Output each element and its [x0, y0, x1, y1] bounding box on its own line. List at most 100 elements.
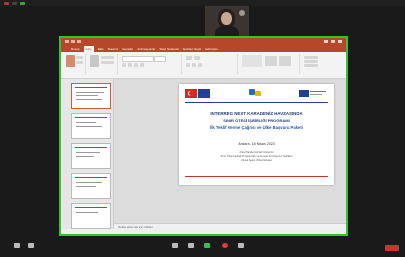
video-button[interactable]	[26, 243, 36, 252]
shared-screen-frame: Dosya Giriş Ekle Tasarım Geçişler Animas…	[59, 36, 348, 236]
slide-credits: Arka Planda Görsel Gösterimi Sınır Ötesi…	[187, 151, 326, 163]
participant-face	[221, 12, 232, 25]
thumb-line	[76, 126, 102, 127]
thumb-line	[76, 186, 96, 187]
maximize-window-icon[interactable]	[20, 1, 25, 5]
cut-button[interactable]	[76, 56, 83, 59]
logo-text-line	[310, 91, 326, 92]
program-logo	[249, 88, 263, 98]
thumb-line	[76, 156, 94, 157]
slide-thumbnail-4[interactable]	[71, 173, 111, 199]
footer-divider	[185, 176, 328, 177]
slide-date: Ankara, 18 Nisan 2023	[238, 142, 275, 146]
people-icon	[172, 243, 178, 248]
quick-access-toolbar	[65, 40, 87, 44]
credit-line: Ulusal Ajans İrtibat Noktası	[241, 159, 272, 162]
background-lamp	[239, 10, 245, 16]
participant-video-tile[interactable]	[205, 6, 249, 36]
replace-button[interactable]	[304, 60, 318, 63]
clipboard-group	[63, 54, 86, 74]
microphone-icon	[14, 243, 20, 248]
current-slide[interactable]: INTERREG NEXT KARADENİZ HAVZASINDA SINIR…	[179, 84, 334, 185]
slide-subtitle: SINIR ÖTESİ İŞBİRLİĞİ PROGRAMI	[223, 118, 290, 123]
minimize-window-icon[interactable]	[12, 1, 17, 5]
close-window-icon[interactable]	[4, 1, 9, 5]
minimize-icon[interactable]	[324, 40, 328, 43]
window-controls	[324, 40, 342, 43]
close-icon[interactable]	[338, 40, 342, 43]
share-screen-button[interactable]	[202, 243, 212, 252]
thumb-line	[76, 92, 104, 93]
strikethrough-button[interactable]	[140, 63, 144, 67]
numbering-button[interactable]	[194, 56, 200, 60]
zoom-top-bar	[0, 0, 405, 6]
copy-button[interactable]	[76, 61, 83, 64]
chat-button[interactable]	[186, 243, 196, 252]
thumb-red-bar	[75, 177, 107, 178]
restore-icon[interactable]	[331, 40, 335, 43]
bold-button[interactable]	[122, 63, 126, 67]
thumb-line	[76, 99, 102, 100]
participant-body	[215, 26, 239, 36]
chat-icon	[188, 243, 194, 248]
logo-mark-yellow	[255, 91, 261, 96]
find-button[interactable]	[304, 56, 318, 59]
participants-button[interactable]	[170, 243, 180, 252]
thumb-line	[76, 182, 102, 183]
thumb-line	[76, 152, 100, 153]
align-right-button[interactable]	[198, 63, 202, 67]
paste-button[interactable]	[66, 55, 75, 67]
status-bar	[61, 229, 346, 234]
eu-cofunded-logo	[299, 90, 327, 98]
thumb-red-bar	[75, 87, 107, 88]
share-screen-icon	[204, 243, 210, 248]
arrange-button[interactable]	[265, 56, 277, 66]
reactions-button[interactable]	[236, 243, 246, 252]
zoom-control-bar	[0, 240, 405, 257]
align-center-button[interactable]	[192, 63, 196, 67]
undo-icon[interactable]	[71, 40, 75, 43]
thumb-line	[76, 95, 98, 96]
turkey-flag-icon	[185, 89, 197, 98]
thumb-red-bar	[75, 207, 107, 208]
header-divider	[185, 102, 328, 103]
mute-button[interactable]	[12, 243, 22, 252]
bullets-button[interactable]	[186, 56, 192, 60]
slide-thumbnail-1[interactable]	[71, 83, 111, 109]
thumb-red-bar	[75, 147, 107, 148]
slide-thumbnail-pane	[61, 79, 114, 230]
drawing-group	[239, 54, 300, 74]
save-icon[interactable]	[65, 40, 69, 43]
redo-icon[interactable]	[77, 40, 81, 43]
logo-text-line	[310, 94, 322, 95]
thumb-line	[76, 212, 98, 213]
powerpoint-title-bar	[61, 38, 346, 46]
ribbon-toolbar	[61, 52, 346, 79]
slide-thumbnail-5[interactable]	[71, 203, 111, 229]
font-family-select[interactable]	[122, 56, 154, 62]
underline-button[interactable]	[134, 63, 138, 67]
smiley-icon	[238, 243, 244, 248]
shapes-gallery[interactable]	[242, 55, 262, 67]
layout-button[interactable]	[101, 56, 114, 59]
reset-button[interactable]	[101, 61, 114, 64]
slide-thumbnail-3[interactable]	[71, 143, 111, 169]
quick-styles-button[interactable]	[279, 56, 291, 66]
leave-meeting-button[interactable]	[385, 245, 399, 251]
record-icon	[222, 243, 228, 248]
slide-title: INTERREG NEXT KARADENİZ HAVZASINDA	[210, 111, 303, 116]
eu-flag-icon	[198, 89, 210, 98]
font-group	[119, 54, 182, 74]
align-left-button[interactable]	[186, 63, 190, 67]
italic-button[interactable]	[128, 63, 132, 67]
record-button[interactable]	[220, 243, 230, 252]
paragraph-group	[183, 54, 238, 74]
new-slide-button[interactable]	[90, 55, 99, 67]
slide-thumbnail-2[interactable]	[71, 113, 111, 139]
thumb-line	[76, 122, 96, 123]
select-button[interactable]	[304, 64, 318, 67]
slide-call-title: İlk Teklif Verme Çağrısı ve Ülke Başvuru…	[210, 125, 303, 130]
thumb-red-bar	[75, 117, 107, 118]
crescent-cutout	[189, 91, 193, 96]
font-size-select[interactable]	[154, 56, 166, 62]
